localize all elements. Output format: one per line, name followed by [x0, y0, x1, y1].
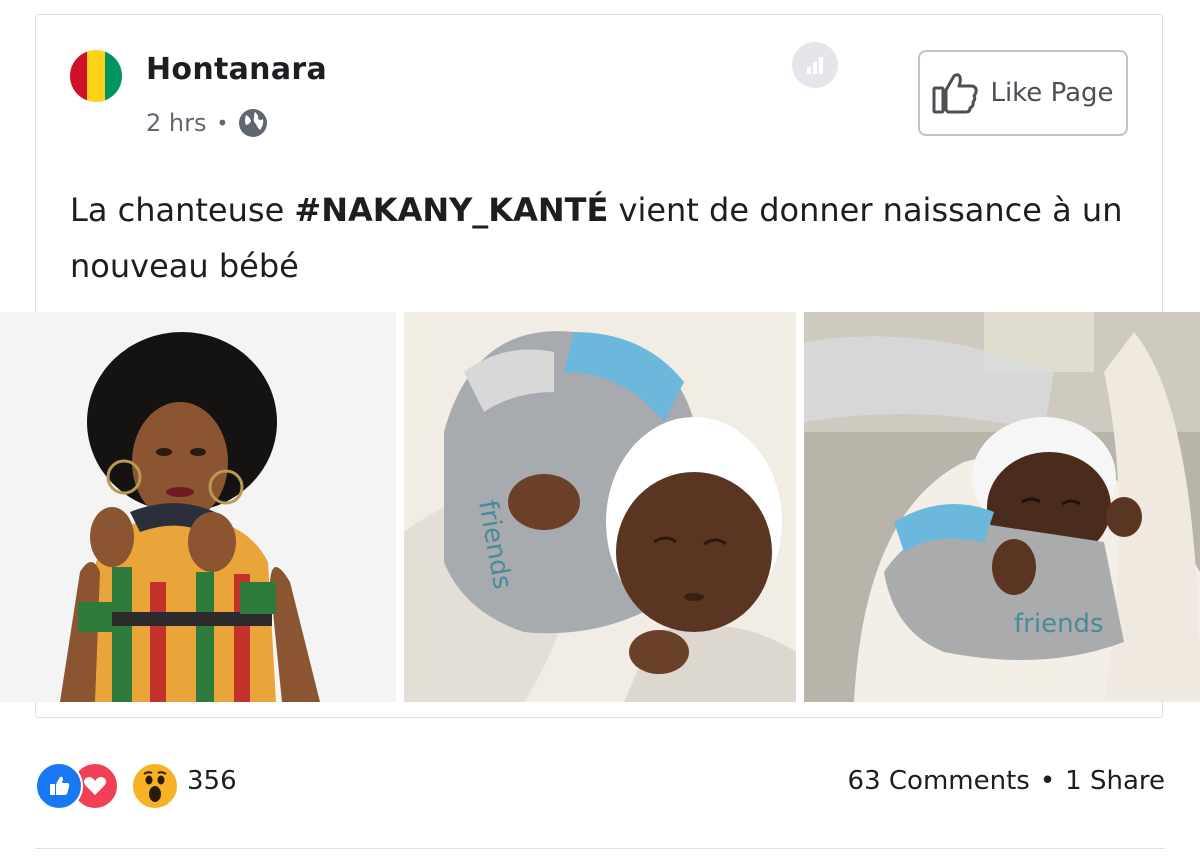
shares-count-link[interactable]: 1 Share: [1065, 766, 1165, 796]
page-avatar[interactable]: [70, 50, 122, 102]
hashtag-link[interactable]: #NAKANY_KANTÉ: [294, 191, 608, 229]
flag-stripe-yellow: [87, 50, 105, 102]
reactions-bar: 356 63 Comments • 1 Share: [35, 756, 1165, 812]
reaction-icons[interactable]: [35, 762, 185, 810]
stats-separator: •: [1039, 766, 1056, 796]
like-page-label: Like Page: [990, 78, 1114, 108]
post-text: La chanteuse #NAKANY_KANTÉ vient de donn…: [70, 182, 1150, 294]
bar-chart-icon: [807, 57, 823, 74]
newborn-photo-2[interactable]: friends: [804, 312, 1200, 702]
like-page-button[interactable]: Like Page: [918, 50, 1128, 136]
insights-button[interactable]: [792, 42, 838, 88]
like-icon: [35, 762, 83, 810]
newborn-photo-1[interactable]: friends: [404, 312, 796, 702]
globe-icon: [239, 109, 268, 137]
wow-icon: [131, 762, 179, 810]
post-stats: 63 Comments • 1 Share: [848, 766, 1165, 796]
meta-separator: •: [216, 111, 229, 135]
divider: [35, 848, 1165, 849]
page-name-link[interactable]: Hontanara: [146, 52, 327, 87]
post-timestamp[interactable]: 2 hrs: [146, 109, 206, 137]
singer-photo[interactable]: [0, 312, 396, 702]
thumbs-up-icon: [932, 73, 979, 114]
svg-text:friends: friends: [1014, 609, 1104, 639]
photo-grid: friends friends: [0, 312, 1200, 702]
reaction-count[interactable]: 356: [187, 766, 237, 796]
post-meta: 2 hrs •: [146, 106, 268, 140]
comments-count-link[interactable]: 63 Comments: [848, 766, 1030, 796]
post-text-part1: La chanteuse: [70, 191, 295, 229]
